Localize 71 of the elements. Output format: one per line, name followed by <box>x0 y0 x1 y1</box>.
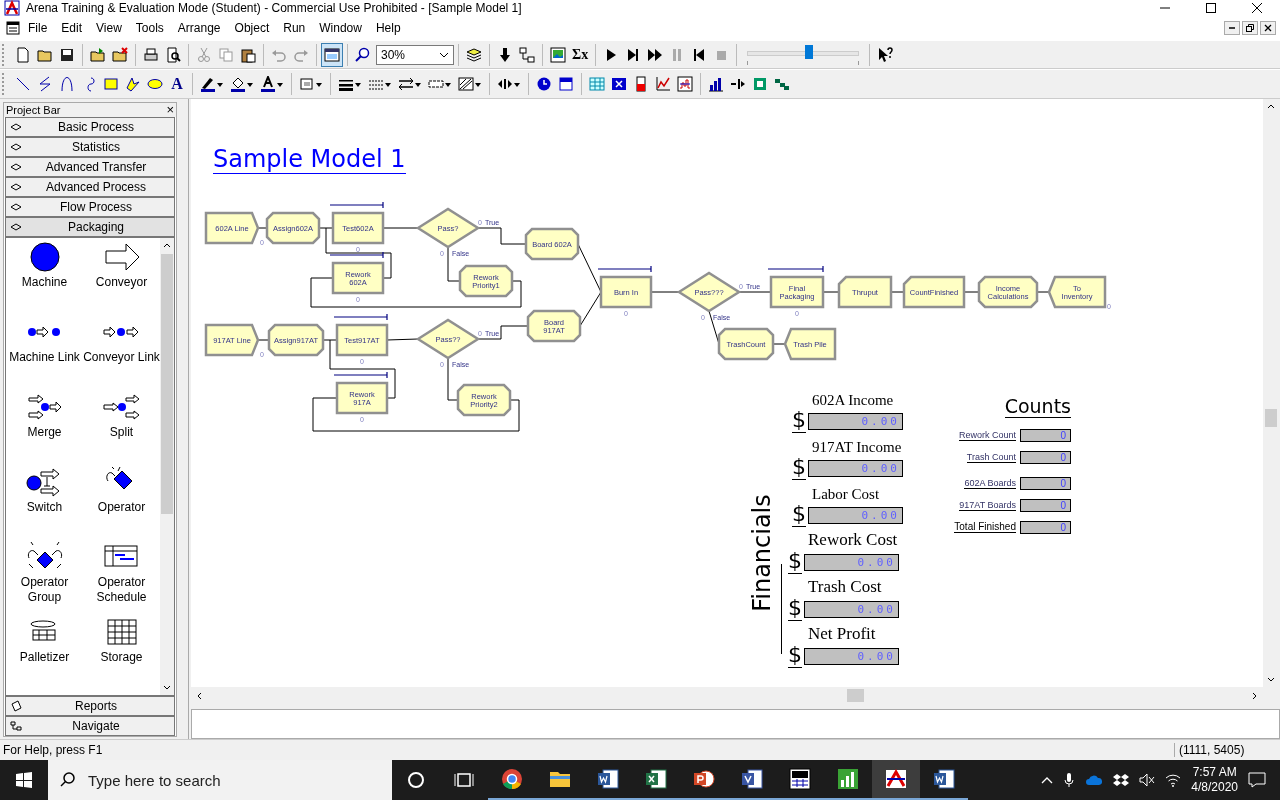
panel-tab[interactable]: Advanced Process <box>5 177 175 198</box>
window-title: Arena Training & Evaluation Mode (Student) - Commercial Use Prohibited - [Sample Model 1] <box>26 1 522 15</box>
module-item[interactable]: Palletizer <box>6 617 83 693</box>
menu-item[interactable]: Object <box>227 20 277 35</box>
coordinates-readout: (1111, 5405) <box>1174 743 1277 758</box>
clock[interactable]: 7:57 AM 4/8/2020 <box>1191 765 1238 795</box>
module-item[interactable]: Operator Group <box>6 542 83 618</box>
menu-item[interactable]: Arrange <box>170 20 228 35</box>
count-display: 0 <box>1020 476 1071 490</box>
value-display: 0.00 <box>808 507 903 525</box>
module-item[interactable]: Storage <box>83 617 160 693</box>
count-label: Total Finished <box>954 521 1016 534</box>
count-label: 602A Boards <box>964 477 1016 489</box>
text-tool-button[interactable]: A <box>166 72 188 97</box>
menu-item[interactable]: Tools <box>128 20 171 35</box>
count-display: 0 <box>1020 520 1071 534</box>
count-label: Trash Count <box>966 451 1016 463</box>
menu-item[interactable]: Help <box>368 20 408 35</box>
financial-label: Net Profit <box>807 624 877 644</box>
module-item[interactable]: Merge <box>6 392 83 468</box>
financial-label: 917AT Income <box>811 439 903 456</box>
module-item[interactable]: Conveyor <box>83 242 160 318</box>
currency-sign: $ <box>788 643 802 669</box>
value-display: 0.00 <box>804 648 899 666</box>
panel-tab[interactable]: Advanced Transfer <box>5 157 175 178</box>
financial-label: Rework Cost <box>807 530 899 550</box>
count-label: 917AT Boards <box>959 499 1016 511</box>
panel-tab[interactable]: Statistics <box>5 137 175 158</box>
currency-sign: $ <box>792 408 806 434</box>
panel-tab[interactable]: Navigate <box>5 716 175 737</box>
search-input[interactable]: Type here to search <box>86 770 390 790</box>
module-item[interactable]: Conveyor Link <box>83 317 160 393</box>
financial-label: 602A Income <box>811 392 895 409</box>
financial-label: Trash Cost <box>807 577 883 597</box>
count-display: 0 <box>1020 498 1071 512</box>
value-display: 0.00 <box>804 554 899 572</box>
panel-tab[interactable]: Reports <box>5 696 175 717</box>
zoom-dropdown[interactable]: 30% <box>376 44 454 65</box>
financials-heading: Financials <box>747 494 777 612</box>
counts-heading: Counts <box>1004 395 1071 419</box>
financial-label: Labor Cost <box>811 486 881 503</box>
value-display: 0.00 <box>804 601 899 619</box>
menu-item[interactable]: Run <box>276 20 313 35</box>
panel-tab[interactable]: Flow Process <box>5 197 175 218</box>
menu-item[interactable]: View <box>89 20 129 35</box>
module-item[interactable]: Machine <box>6 242 83 318</box>
currency-sign: $ <box>788 549 802 575</box>
module-item[interactable]: Operator Schedule <box>83 542 160 618</box>
value-display: 0.00 <box>808 413 903 431</box>
panel-tab[interactable]: Packaging <box>5 217 175 238</box>
currency-sign: $ <box>792 455 806 481</box>
summation-button[interactable]: Σx <box>569 42 592 67</box>
menu-item[interactable]: Window <box>312 20 369 35</box>
menu-item[interactable]: Edit <box>54 20 90 35</box>
module-item[interactable]: Switch <box>6 467 83 543</box>
count-display: 0 <box>1020 428 1071 442</box>
module-item[interactable]: Split <box>83 392 160 468</box>
count-display: 0 <box>1020 450 1071 464</box>
search-field[interactable]: Type here to search <box>48 760 392 800</box>
model-title: Sample Model 1 <box>213 145 406 175</box>
status-text: For Help, press F1 <box>3 743 103 758</box>
menu-item[interactable]: File <box>21 20 55 35</box>
module-item[interactable]: Operator <box>83 467 160 543</box>
panel-tab[interactable]: Basic Process <box>5 117 175 138</box>
close-button[interactable]: × <box>166 104 174 117</box>
currency-sign: $ <box>792 502 806 528</box>
module-item[interactable]: Machine Link <box>6 317 83 393</box>
project-bar-title: Project Bar <box>6 104 61 117</box>
currency-sign: $ <box>788 596 802 622</box>
count-label: Rework Count <box>958 429 1016 441</box>
value-display: 0.00 <box>808 460 903 478</box>
